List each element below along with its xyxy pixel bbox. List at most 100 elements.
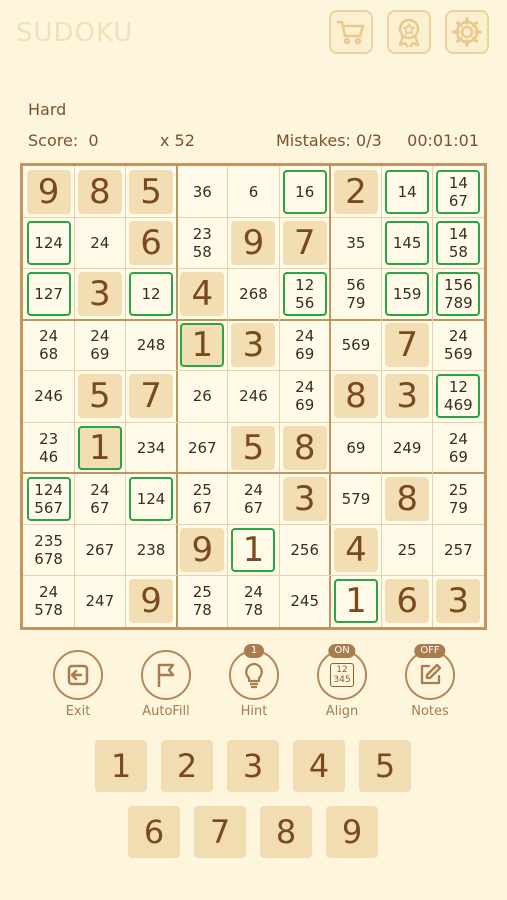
board-cell[interactable]: 24 69 [433,422,484,473]
board-cell[interactable]: 6 [228,166,279,217]
board-cell[interactable]: 24 67 [228,473,279,524]
board-cell[interactable]: 25 67 [177,473,228,524]
number-key-8[interactable]: 8 [260,806,312,858]
board-cell[interactable]: 24 578 [23,576,74,627]
align-button[interactable]: 12 345 ON Align [302,644,382,719]
board-cell[interactable]: 26 [177,371,228,422]
board-cell[interactable]: 35 [330,217,381,268]
board-cell[interactable]: 12 [125,268,176,319]
board-cell[interactable]: 24 68 [23,320,74,371]
board-cell[interactable]: 14 [382,166,433,217]
board-cell[interactable]: 8 [279,422,330,473]
board-cell[interactable]: 3 [382,371,433,422]
board-cell[interactable]: 6 [125,217,176,268]
notes-button[interactable]: OFF Notes [390,644,470,719]
board-cell[interactable]: 9 [228,217,279,268]
board-cell[interactable]: 124 [125,473,176,524]
settings-button[interactable] [445,10,489,54]
board-cell[interactable]: 3 [74,268,125,319]
hint-button[interactable]: 1 Hint [214,644,294,719]
board-cell[interactable]: 23 58 [177,217,228,268]
board-cell[interactable]: 156 789 [433,268,484,319]
board-cell[interactable]: 14 67 [433,166,484,217]
board-cell[interactable]: 9 [125,576,176,627]
board-cell[interactable]: 248 [125,320,176,371]
number-key-2[interactable]: 2 [161,740,213,792]
board-cell[interactable]: 25 [382,525,433,576]
cell-candidates: 24 69 [295,327,315,364]
board-cell[interactable]: 245 [279,576,330,627]
board-cell[interactable]: 1 [177,320,228,371]
board-cell[interactable]: 12 469 [433,371,484,422]
board-cell[interactable]: 8 [330,371,381,422]
board-cell[interactable]: 8 [74,166,125,217]
number-key-1[interactable]: 1 [95,740,147,792]
board-cell[interactable]: 4 [177,268,228,319]
number-key-4[interactable]: 4 [293,740,345,792]
board-cell[interactable]: 246 [228,371,279,422]
board-cell[interactable]: 3 [279,473,330,524]
board-cell[interactable]: 268 [228,268,279,319]
board-cell[interactable]: 235 678 [23,525,74,576]
board-cell[interactable]: 9 [177,525,228,576]
shop-button[interactable] [329,10,373,54]
board-cell[interactable]: 24 78 [228,576,279,627]
board-cell[interactable]: 1 [228,525,279,576]
number-key-7[interactable]: 7 [194,806,246,858]
board-cell[interactable]: 36 [177,166,228,217]
achievements-button[interactable] [387,10,431,54]
board-cell[interactable]: 5 [74,371,125,422]
board-cell[interactable]: 247 [74,576,125,627]
board-cell[interactable]: 24 69 [279,371,330,422]
board-cell[interactable]: 267 [177,422,228,473]
board-cell[interactable]: 579 [330,473,381,524]
board-cell[interactable]: 7 [382,320,433,371]
board-cell[interactable]: 1 [330,576,381,627]
board-cell[interactable]: 3 [433,576,484,627]
board-cell[interactable]: 8 [382,473,433,524]
board-cell[interactable]: 145 [382,217,433,268]
board-cell[interactable]: 2 [330,166,381,217]
board-cell[interactable]: 24 [74,217,125,268]
board-cell[interactable]: 5 [125,166,176,217]
board-cell[interactable]: 7 [125,371,176,422]
board-cell[interactable]: 5 [228,422,279,473]
board-cell[interactable]: 124 [23,217,74,268]
board-cell[interactable]: 124 567 [23,473,74,524]
board-cell[interactable]: 24 69 [279,320,330,371]
board-cell[interactable]: 127 [23,268,74,319]
board-cell[interactable]: 257 [433,525,484,576]
number-key-3[interactable]: 3 [227,740,279,792]
number-key-5[interactable]: 5 [359,740,411,792]
board-cell[interactable]: 69 [330,422,381,473]
board-cell[interactable]: 256 [279,525,330,576]
board-cell[interactable]: 23 46 [23,422,74,473]
board-cell[interactable]: 1 [74,422,125,473]
board-cell[interactable]: 25 79 [433,473,484,524]
exit-button[interactable]: Exit [38,650,118,719]
board-cell[interactable]: 7 [279,217,330,268]
board-cell[interactable]: 24 69 [74,320,125,371]
board-cell[interactable]: 234 [125,422,176,473]
board-cell[interactable]: 246 [23,371,74,422]
board-cell[interactable]: 4 [330,525,381,576]
board-cell[interactable]: 238 [125,525,176,576]
autofill-button[interactable]: AutoFill [126,650,206,719]
number-key-6[interactable]: 6 [128,806,180,858]
board-cell[interactable]: 249 [382,422,433,473]
board-cell[interactable]: 24 67 [74,473,125,524]
mistakes: Mistakes: 0/3 [276,131,382,150]
board-cell[interactable]: 3 [228,320,279,371]
board-cell[interactable]: 25 78 [177,576,228,627]
board-cell[interactable]: 9 [23,166,74,217]
board-cell[interactable]: 24 569 [433,320,484,371]
board-cell[interactable]: 16 [279,166,330,217]
board-cell[interactable]: 267 [74,525,125,576]
board-cell[interactable]: 56 79 [330,268,381,319]
number-key-9[interactable]: 9 [326,806,378,858]
board-cell[interactable]: 14 58 [433,217,484,268]
board-cell[interactable]: 159 [382,268,433,319]
board-cell[interactable]: 6 [382,576,433,627]
board-cell[interactable]: 569 [330,320,381,371]
board-cell[interactable]: 12 56 [279,268,330,319]
